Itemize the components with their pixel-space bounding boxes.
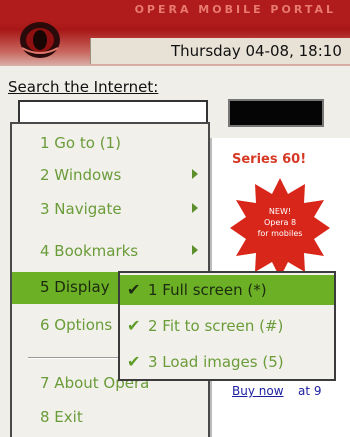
datetime: Thursday 04-08, 18:10 (171, 42, 342, 60)
menu-item-label: 2 Windows (40, 166, 122, 184)
menu-item-bookmarks[interactable]: 4 Bookmarks (12, 236, 208, 268)
search-go-button[interactable] (228, 99, 324, 127)
search-input[interactable] (18, 100, 208, 124)
buy-now-suffix: at 9 (298, 384, 322, 398)
submenu-item-fit-to-screen[interactable]: ✔ 2 Fit to screen (#) (120, 311, 334, 341)
starburst-text: NEW! Opera 8 for mobiles (257, 207, 303, 238)
header: OPERA MOBILE PORTAL Thursday 04-08, 18:1… (0, 0, 350, 66)
check-icon: ✔ (127, 280, 141, 299)
menu-item-label: 3 Navigate (40, 200, 122, 218)
menu-item-label: 1 Go to (1) (40, 134, 121, 152)
buy-now-link[interactable]: Buy now (232, 384, 284, 398)
chevron-right-icon (192, 203, 198, 213)
check-icon: ✔ (127, 352, 141, 371)
search-label[interactable]: Search the Internet: (8, 78, 158, 96)
submenu-item-load-images[interactable]: ✔ 3 Load images (5) (120, 347, 334, 377)
menu-item-go-to[interactable]: 1 Go to (1) (12, 128, 208, 160)
menu-item-windows[interactable]: 2 Windows (12, 160, 208, 192)
check-icon: ✔ (127, 316, 141, 335)
submenu-item-label: 1 Full screen (*) (148, 281, 267, 299)
promo-text: Series 60! (232, 152, 307, 167)
datetime-bar: Thursday 04-08, 18:10 (90, 38, 350, 64)
submenu-item-full-screen[interactable]: ✔ 1 Full screen (*) (120, 275, 334, 305)
opera-logo-icon (20, 22, 60, 58)
submenu-item-label: 2 Fit to screen (#) (148, 317, 284, 335)
chevron-right-icon (192, 245, 198, 255)
menu-item-label: 6 Options (40, 316, 113, 334)
phone-screen: OPERA MOBILE PORTAL Thursday 04-08, 18:1… (0, 0, 350, 437)
menu-item-navigate[interactable]: 3 Navigate (12, 194, 208, 226)
menu-item-label: 5 Display (40, 278, 110, 296)
submenu-item-label: 3 Load images (5) (148, 353, 284, 371)
brand-text: OPERA MOBILE PORTAL (134, 3, 336, 16)
menu-item-label: 4 Bookmarks (40, 242, 139, 260)
chevron-right-icon (192, 169, 198, 179)
display-submenu: ✔ 1 Full screen (*) ✔ 2 Fit to screen (#… (118, 271, 336, 381)
menu-item-label: 8 Exit (40, 408, 83, 426)
menu-item-exit[interactable]: 8 Exit (12, 402, 208, 434)
